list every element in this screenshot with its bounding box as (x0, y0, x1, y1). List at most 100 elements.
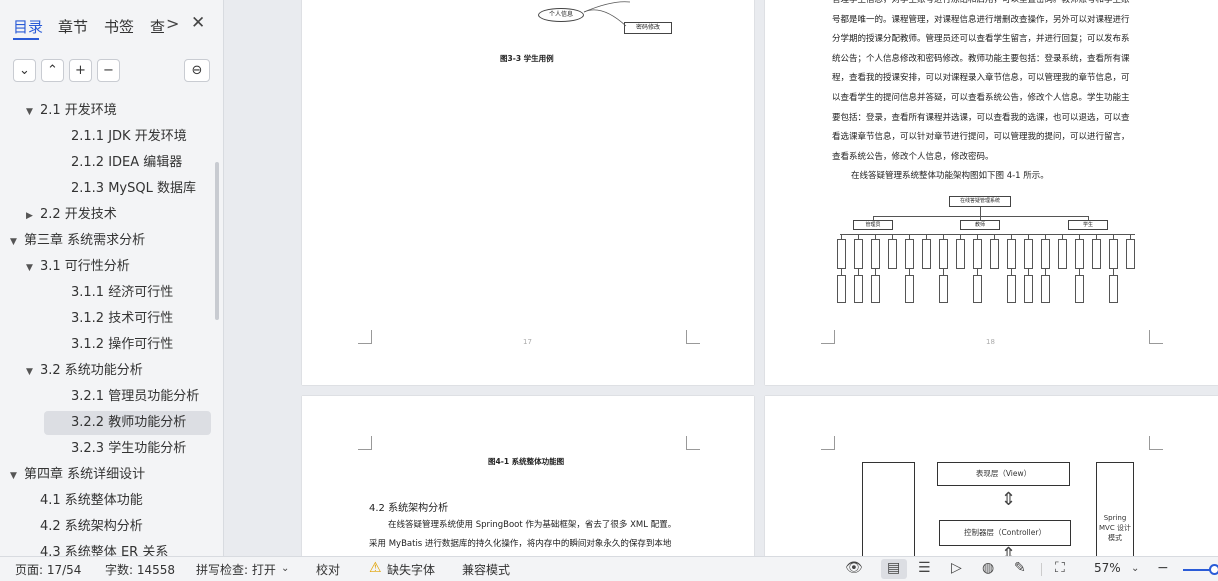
pen-icon[interactable]: ✎ (1014, 560, 1026, 576)
toc-item-label: 4.2 系统架构分析 (40, 519, 143, 534)
arch-left-block (862, 462, 915, 556)
toc-item[interactable]: ▼ 第三章 系统需求分析 (10, 229, 145, 253)
play-icon[interactable]: ▷ (951, 560, 962, 576)
page-20: 表现层（View） ⇕ 控制器层（Controller） ⇕ Spring MV… (765, 396, 1218, 556)
diagram-function-node (905, 275, 914, 303)
toc-item[interactable]: 2.1.3 MySQL 数据库 (71, 177, 196, 201)
divider (1041, 563, 1042, 576)
diagram-function-node (1041, 239, 1050, 269)
toc-item[interactable]: ▼ 3.2 系统功能分析 (26, 359, 143, 383)
chevron-right-icon[interactable]: > (166, 14, 179, 33)
eye-icon[interactable]: 👁 (845, 560, 863, 576)
collapse-button[interactable]: ⌃ (41, 59, 64, 82)
paragraph-line: 在线答疑管理系统使用 SpringBoot 作为基础框架，省去了很多 XML 配… (388, 520, 677, 530)
nav-scrollbar[interactable] (215, 162, 219, 320)
compat-mode-label: 兼容模式 (462, 563, 511, 577)
close-icon[interactable]: ✕ (191, 13, 205, 33)
diagram-function-node (837, 275, 846, 303)
toc-item-label: 3.1.2 技术可行性 (71, 311, 174, 326)
diagram-function-node (973, 275, 982, 303)
document-area[interactable]: 个人信息 密码修改 图3-3 学生用例 17 管理学生信息，对学生账号进行冻结和… (224, 0, 1218, 556)
toc-item-label: 2.1.1 JDK 开发环境 (71, 129, 187, 144)
add-heading-button[interactable]: + (69, 59, 92, 82)
toc-item-label: 2.2 开发技术 (40, 207, 117, 222)
diagram-function-node (973, 239, 982, 269)
toc-item[interactable]: 2.1.2 IDEA 编辑器 (71, 151, 182, 175)
crop-mark (358, 330, 372, 344)
diagram-function-node (939, 275, 948, 303)
toc-item[interactable]: 3.2.1 管理员功能分析 (71, 385, 199, 409)
paragraph-line: 看选课章节信息，可以针对章节进行提问，可以管理我的提问，可以进行留言， (832, 132, 1130, 143)
section-heading: 4.2 系统架构分析 (369, 503, 449, 514)
caret-down-icon[interactable]: ▼ (26, 100, 40, 124)
expand-button[interactable]: ⌄ (13, 59, 36, 82)
proofread-button[interactable]: 校对 (316, 561, 340, 578)
toc-item[interactable]: 3.2.3 学生功能分析 (71, 437, 186, 461)
tab-bookmarks[interactable]: 书签 (104, 16, 134, 37)
paragraph-line: 采用 MyBatis 进行数据库的持久化操作，将内存中的瞬间对象永久的保存到本地 (369, 539, 672, 549)
caret-down-icon[interactable]: ▼ (10, 230, 24, 254)
zoom-level[interactable]: 57% (1094, 561, 1121, 575)
caret-down-icon[interactable]: ▼ (26, 256, 40, 280)
toc-item-label: 第四章 系统详细设计 (24, 467, 146, 482)
toc-item[interactable]: 4.3 系统整体 ER 关系 (40, 541, 168, 556)
web-view-icon[interactable]: ◍ (982, 560, 994, 576)
collapse-all-button[interactable]: ⊖ (184, 59, 210, 82)
toc-item[interactable]: 3.1.2 操作可行性 (71, 333, 173, 357)
tab-search[interactable]: 查 (150, 16, 165, 37)
toc-item[interactable]: 4.1 系统整体功能 (40, 489, 143, 513)
chevron-down-icon[interactable]: ⌄ (281, 563, 289, 574)
missing-font-button[interactable]: 缺失字体 (387, 561, 435, 578)
toc-item[interactable]: 3.1.1 经济可行性 (71, 281, 173, 305)
crop-mark (686, 330, 700, 344)
toc-item[interactable]: 3.2.2 教师功能分析 (44, 411, 211, 435)
spell-check-status[interactable]: 拼写检查: 打开 (196, 561, 276, 578)
toc-item[interactable]: ▼ 2.1 开发环境 (26, 99, 117, 123)
zoom-out-icon[interactable]: − (1157, 560, 1169, 576)
diagram-function-node (939, 239, 948, 269)
remove-heading-button[interactable]: − (97, 59, 120, 82)
active-tab-indicator (13, 38, 39, 40)
arch-spring-mvc: Spring MVC 设计模式 (1096, 462, 1134, 556)
chevron-down-icon[interactable]: ⌄ (1131, 563, 1139, 574)
paragraph-line: 以查看学生的提问信息并答疑，可以查看系统公告，修改个人信息。学生功能主 (832, 93, 1130, 103)
toc-item[interactable]: 4.2 系统架构分析 (40, 515, 143, 539)
toc-item[interactable]: ▼ 第四章 系统详细设计 (10, 463, 146, 487)
page-18: 管理学生信息，对学生账号进行冻结和启用，可以重置密码。教师账号和学生账 号都是唯一… (765, 0, 1218, 385)
outline-view-icon[interactable]: ☰ (918, 560, 931, 576)
toc-item-label: 2.1 开发环境 (40, 103, 117, 118)
paragraph-line: 统公告；个人信息修改和密码修改。教师功能主要包括：登录系统，查看所有课 (832, 53, 1130, 64)
paragraph-line: 分学期的授课分配教师。管理员还可以查看学生留言，并进行回复；可以发布系 (832, 34, 1130, 45)
use-case-connector (583, 1, 631, 27)
toc-item[interactable]: 3.1.2 技术可行性 (71, 307, 173, 331)
word-count[interactable]: 字数: 14558 (105, 561, 175, 578)
function-diagram: 在线答疑管理系统 管理员 教师 学生 (835, 194, 1150, 324)
diagram-function-node (871, 275, 880, 303)
diagram-role-student: 学生 (1068, 220, 1108, 230)
toc-item[interactable]: 2.1.1 JDK 开发环境 (71, 125, 187, 149)
paragraph-line: 查看系统公告，修改个人信息，修改密码。 (832, 151, 994, 162)
arch-arrow: ⇕ (1001, 489, 1017, 510)
paragraph-line: 号都是唯一的。课程管理，对课程信息进行增删改查操作，另外可以对课程进行 (832, 14, 1130, 25)
status-bar: 页面: 17/54 字数: 14558 拼写检查: 打开 ⌄ 校对 ⚠ 缺失字体… (0, 556, 1218, 581)
zoom-slider-handle[interactable] (1209, 564, 1218, 575)
crop-mark (1149, 436, 1163, 450)
toc-item-label: 2.1.2 IDEA 编辑器 (71, 155, 183, 170)
tab-chapters[interactable]: 章节 (58, 16, 88, 37)
toc-item-label: 2.1.3 MySQL 数据库 (71, 181, 196, 196)
page-number: 18 (986, 338, 995, 346)
caret-down-icon[interactable]: ▼ (10, 464, 24, 488)
tab-toc[interactable]: 目录 (13, 16, 43, 37)
diagram-function-node (1007, 275, 1016, 303)
diagram-function-node (1024, 239, 1033, 269)
fit-page-icon[interactable]: ⛶ (1055, 560, 1065, 576)
page-view-icon[interactable]: ▤ (887, 560, 900, 576)
crop-mark (1149, 330, 1163, 344)
caret-down-icon[interactable]: ▼ (26, 360, 40, 384)
toc-item-label: 4.1 系统整体功能 (40, 493, 143, 508)
diagram-function-node (956, 239, 965, 269)
toc-item[interactable]: ▼ 3.1 可行性分析 (26, 255, 130, 279)
caret-right-icon[interactable]: ▶ (26, 204, 40, 228)
toc-item[interactable]: ▶ 2.2 开发技术 (26, 203, 117, 227)
page-count[interactable]: 页面: 17/54 (15, 561, 81, 578)
